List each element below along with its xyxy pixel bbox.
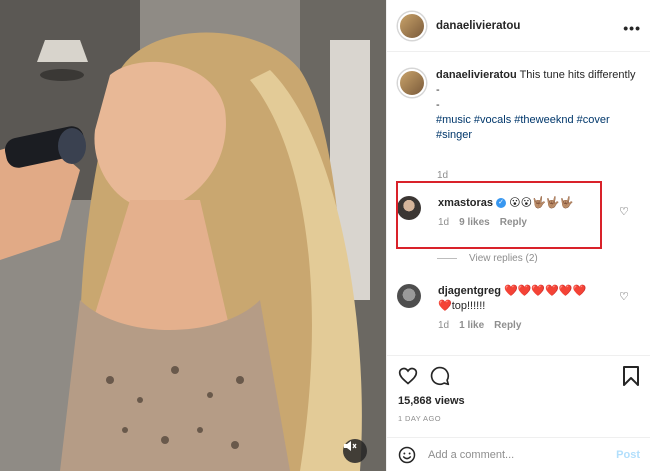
post-caption: danaelivieratou This tune hits different… — [398, 68, 638, 143]
comment-like-icon[interactable]: ♡ — [619, 290, 630, 303]
caption-dash: - — [436, 99, 440, 111]
author-username[interactable]: danaelivieratou — [436, 20, 520, 32]
caption-author-avatar[interactable] — [398, 69, 426, 97]
speaker-muted-icon — [344, 441, 357, 451]
comment-composer: Post — [386, 437, 650, 471]
more-options-icon[interactable]: ••• — [623, 20, 641, 36]
post-header: danaelivieratou ••• — [387, 0, 650, 52]
caption-text: This tune hits differently — [519, 69, 636, 81]
replies-divider — [437, 258, 457, 259]
author-avatar[interactable] — [398, 11, 426, 40]
emoji-icon[interactable] — [398, 446, 416, 464]
caption-dash: - — [436, 84, 440, 96]
comment-likes[interactable]: 1 like — [459, 320, 484, 331]
mute-button[interactable] — [343, 439, 367, 463]
comment-like-icon[interactable]: ♡ — [619, 205, 630, 218]
bookmark-icon[interactable] — [622, 366, 640, 386]
caption-username[interactable]: danaelivieratou — [436, 69, 517, 81]
comment-text: ❤️❤️❤️❤️❤️❤️ — [504, 285, 587, 297]
comment-text-line2: ❤️top!!!!!! — [438, 300, 486, 312]
post-comment-button[interactable]: Post — [616, 449, 640, 461]
view-count[interactable]: 15,868 views — [398, 395, 465, 407]
reply-button[interactable]: Reply — [494, 320, 521, 331]
highlight-box — [396, 181, 602, 249]
heart-icon[interactable] — [398, 366, 418, 386]
comment-timestamp: 1d — [438, 320, 450, 331]
caption-hashtags[interactable]: #music #vocals #theweeknd #cover #singer — [436, 114, 610, 141]
caption-timestamp: 1d — [437, 170, 449, 181]
post-video[interactable] — [0, 0, 386, 471]
comment-icon[interactable] — [430, 366, 450, 386]
commenter-avatar[interactable] — [397, 284, 421, 308]
commenter-username[interactable]: djagentgreg — [438, 285, 501, 297]
comment-item: djagentgreg ❤️❤️❤️❤️❤️❤️ ❤️top!!!!!! 1d … — [397, 284, 637, 331]
view-replies-button[interactable]: View replies (2) — [437, 253, 538, 264]
post-timestamp: 1 DAY AGO — [398, 414, 441, 423]
video-frame — [0, 0, 386, 471]
comment-input[interactable] — [428, 448, 603, 461]
view-replies-label: View replies (2) — [469, 253, 538, 264]
